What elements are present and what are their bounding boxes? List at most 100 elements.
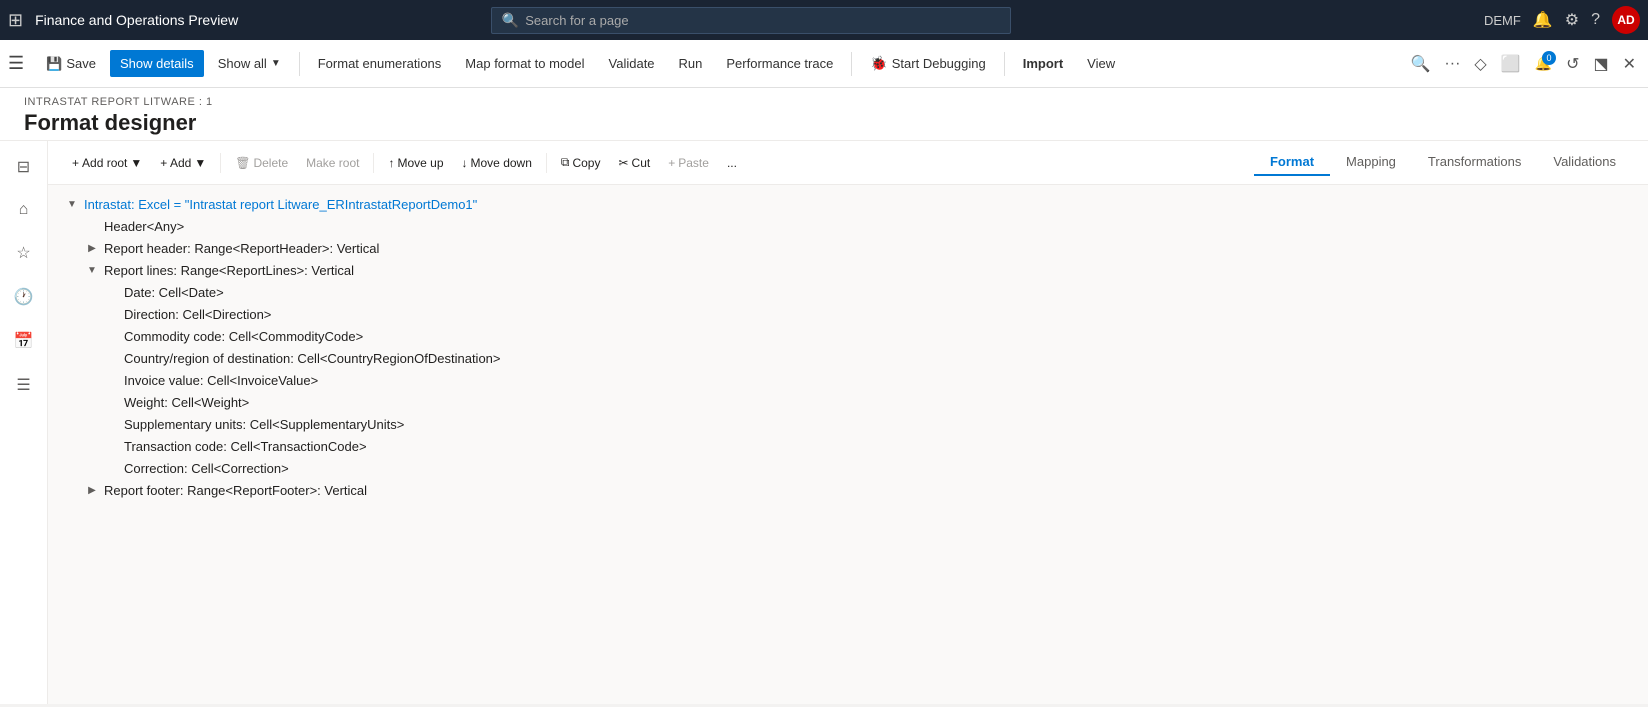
transaction-code-node[interactable]: ▶ Transaction code: Cell<TransactionCode… <box>104 435 1632 457</box>
sidebar-star-icon[interactable]: ☆ <box>8 235 38 271</box>
tab-transformations[interactable]: Transformations <box>1412 149 1537 176</box>
country-region-node[interactable]: ▶ Country/region of destination: Cell<Co… <box>104 347 1632 369</box>
header-any-node[interactable]: ▶ Header<Any> <box>84 215 1632 237</box>
breadcrumb: INTRASTAT REPORT LITWARE : 1 <box>24 96 1624 108</box>
invoice-value-label: Invoice value: Cell<InvoiceValue> <box>124 373 318 388</box>
add-root-dropdown-arrow: ▼ <box>130 156 142 170</box>
page-title: Format designer <box>24 110 1624 136</box>
commodity-code-label: Commodity code: Cell<CommodityCode> <box>124 329 363 344</box>
add-root-button[interactable]: + Add root ▼ <box>64 151 150 175</box>
invoice-value-node[interactable]: ▶ Invoice value: Cell<InvoiceValue> <box>104 369 1632 391</box>
root-collapse-icon[interactable]: ▼ <box>64 196 80 212</box>
date-label: Date: Cell<Date> <box>124 285 224 300</box>
toolbar-sep3 <box>546 153 547 173</box>
sidebar-filter-icon[interactable]: ⊟ <box>9 149 38 185</box>
hamburger-icon[interactable]: ☰ <box>8 53 24 74</box>
action-refresh-icon[interactable]: ↺ <box>1562 50 1583 78</box>
format-toolbar: + Add root ▼ + Add ▼ 🗑 Delete Make root … <box>48 141 1648 185</box>
notification-icon[interactable]: 🔔 <box>1533 10 1553 30</box>
correction-node[interactable]: ▶ Correction: Cell<Correction> <box>104 457 1632 479</box>
report-lines-node[interactable]: ▼ Report lines: Range<ReportLines>: Vert… <box>84 259 1632 281</box>
copy-button[interactable]: ⧉ Copy <box>553 150 609 175</box>
search-bar[interactable]: 🔍 Search for a page <box>491 7 1011 34</box>
weight-node[interactable]: ▶ Weight: Cell<Weight> <box>104 391 1632 413</box>
move-down-button[interactable]: ↓ Move down <box>454 151 540 175</box>
start-debugging-button[interactable]: 🐞 Start Debugging <box>860 49 995 78</box>
validate-button[interactable]: Validate <box>599 50 665 77</box>
tab-validations[interactable]: Validations <box>1537 149 1632 176</box>
tab-format[interactable]: Format <box>1254 149 1330 176</box>
user-env-label: DEMF <box>1484 13 1521 28</box>
page-header: INTRASTAT REPORT LITWARE : 1 Format desi… <box>0 88 1648 141</box>
action-diamond-icon[interactable]: ◇ <box>1470 50 1490 78</box>
separator <box>299 52 300 76</box>
show-all-button[interactable]: Show all ▼ <box>208 50 291 77</box>
debug-icon: 🐞 <box>870 55 887 72</box>
tab-mapping[interactable]: Mapping <box>1330 149 1412 176</box>
user-avatar[interactable]: AD <box>1612 6 1640 34</box>
left-sidebar: ⊟ ⌂ ☆ 🕐 📅 ☰ <box>0 141 48 704</box>
date-node[interactable]: ▶ Date: Cell<Date> <box>104 281 1632 303</box>
help-icon[interactable]: ? <box>1591 11 1600 29</box>
action-badge-icon[interactable]: 🔔 0 <box>1531 51 1556 77</box>
copy-icon: ⧉ <box>561 155 570 170</box>
direction-label: Direction: Cell<Direction> <box>124 307 271 322</box>
map-format-button[interactable]: Map format to model <box>455 50 594 77</box>
root-children: ▶ Header<Any> ▶ Report header: Range<Rep… <box>84 215 1632 501</box>
root-node-label: Intrastat: Excel = "Intrastat report Lit… <box>84 197 477 212</box>
report-lines-children: ▶ Date: Cell<Date> ▶ Direction: Cell<Dir… <box>104 281 1632 479</box>
run-button[interactable]: Run <box>669 50 713 77</box>
format-enumerations-button[interactable]: Format enumerations <box>308 50 452 77</box>
report-header-expand-icon[interactable]: ▶ <box>84 240 100 256</box>
add-button[interactable]: + Add ▼ <box>152 151 214 175</box>
paste-button[interactable]: + Paste <box>660 151 717 175</box>
report-footer-expand-icon[interactable]: ▶ <box>84 482 100 498</box>
make-root-button[interactable]: Make root <box>298 151 367 175</box>
add-root-icon: + <box>72 156 79 170</box>
action-bar-right-icons: 🔍 ··· ◇ ⬜ 🔔 0 ↺ ⬔ ✕ <box>1406 50 1640 78</box>
sidebar-list-icon[interactable]: ☰ <box>8 367 38 403</box>
paste-icon: + <box>668 156 675 170</box>
action-search-icon[interactable]: 🔍 <box>1406 50 1434 78</box>
report-header-node[interactable]: ▶ Report header: Range<ReportHeader>: Ve… <box>84 237 1632 259</box>
supplementary-units-node[interactable]: ▶ Supplementary units: Cell<Supplementar… <box>104 413 1632 435</box>
save-icon: 💾 <box>46 56 62 72</box>
delete-button[interactable]: 🗑 Delete <box>227 151 296 175</box>
cut-button[interactable]: ✂ Cut <box>610 151 658 175</box>
settings-icon[interactable]: ⚙ <box>1565 10 1579 30</box>
content-area: + Add root ▼ + Add ▼ 🗑 Delete Make root … <box>48 141 1648 704</box>
sidebar-calendar-icon[interactable]: 📅 <box>6 323 42 359</box>
direction-node[interactable]: ▶ Direction: Cell<Direction> <box>104 303 1632 325</box>
report-lines-label: Report lines: Range<ReportLines>: Vertic… <box>104 263 354 278</box>
tree-root-node[interactable]: ▼ Intrastat: Excel = "Intrastat report L… <box>64 193 1632 215</box>
import-button[interactable]: Import <box>1013 50 1073 77</box>
transaction-code-label: Transaction code: Cell<TransactionCode> <box>124 439 367 454</box>
app-grid-icon[interactable]: ⊞ <box>8 10 23 31</box>
view-button[interactable]: View <box>1077 50 1125 77</box>
report-footer-node[interactable]: ▶ Report footer: Range<ReportFooter>: Ve… <box>84 479 1632 501</box>
separator3 <box>1004 52 1005 76</box>
toolbar-sep1 <box>220 153 221 173</box>
search-placeholder: Search for a page <box>525 13 628 28</box>
toolbar-sep2 <box>373 153 374 173</box>
action-open-icon[interactable]: ⬔ <box>1589 50 1612 78</box>
commodity-code-node[interactable]: ▶ Commodity code: Cell<CommodityCode> <box>104 325 1632 347</box>
save-button[interactable]: 💾 Save <box>36 50 106 78</box>
more-button[interactable]: ... <box>719 151 745 175</box>
performance-trace-button[interactable]: Performance trace <box>716 50 843 77</box>
action-more-dots[interactable]: ··· <box>1440 51 1464 77</box>
move-down-icon: ↓ <box>462 156 468 170</box>
move-up-button[interactable]: ↑ Move up <box>380 151 451 175</box>
sidebar-home-icon[interactable]: ⌂ <box>11 193 37 227</box>
add-dropdown-arrow: ▼ <box>194 156 206 170</box>
search-icon: 🔍 <box>502 12 519 29</box>
tab-strip: Format Mapping Transformations Validatio… <box>1254 149 1632 176</box>
action-close-icon[interactable]: ✕ <box>1619 50 1640 78</box>
report-lines-collapse-icon[interactable]: ▼ <box>84 262 100 278</box>
app-title: Finance and Operations Preview <box>35 12 238 28</box>
report-header-label: Report header: Range<ReportHeader>: Vert… <box>104 241 379 256</box>
show-details-button[interactable]: Show details <box>110 50 204 77</box>
action-layout-icon[interactable]: ⬜ <box>1497 50 1525 78</box>
tree-area: ▼ Intrastat: Excel = "Intrastat report L… <box>48 185 1648 704</box>
sidebar-recent-icon[interactable]: 🕐 <box>6 279 42 315</box>
